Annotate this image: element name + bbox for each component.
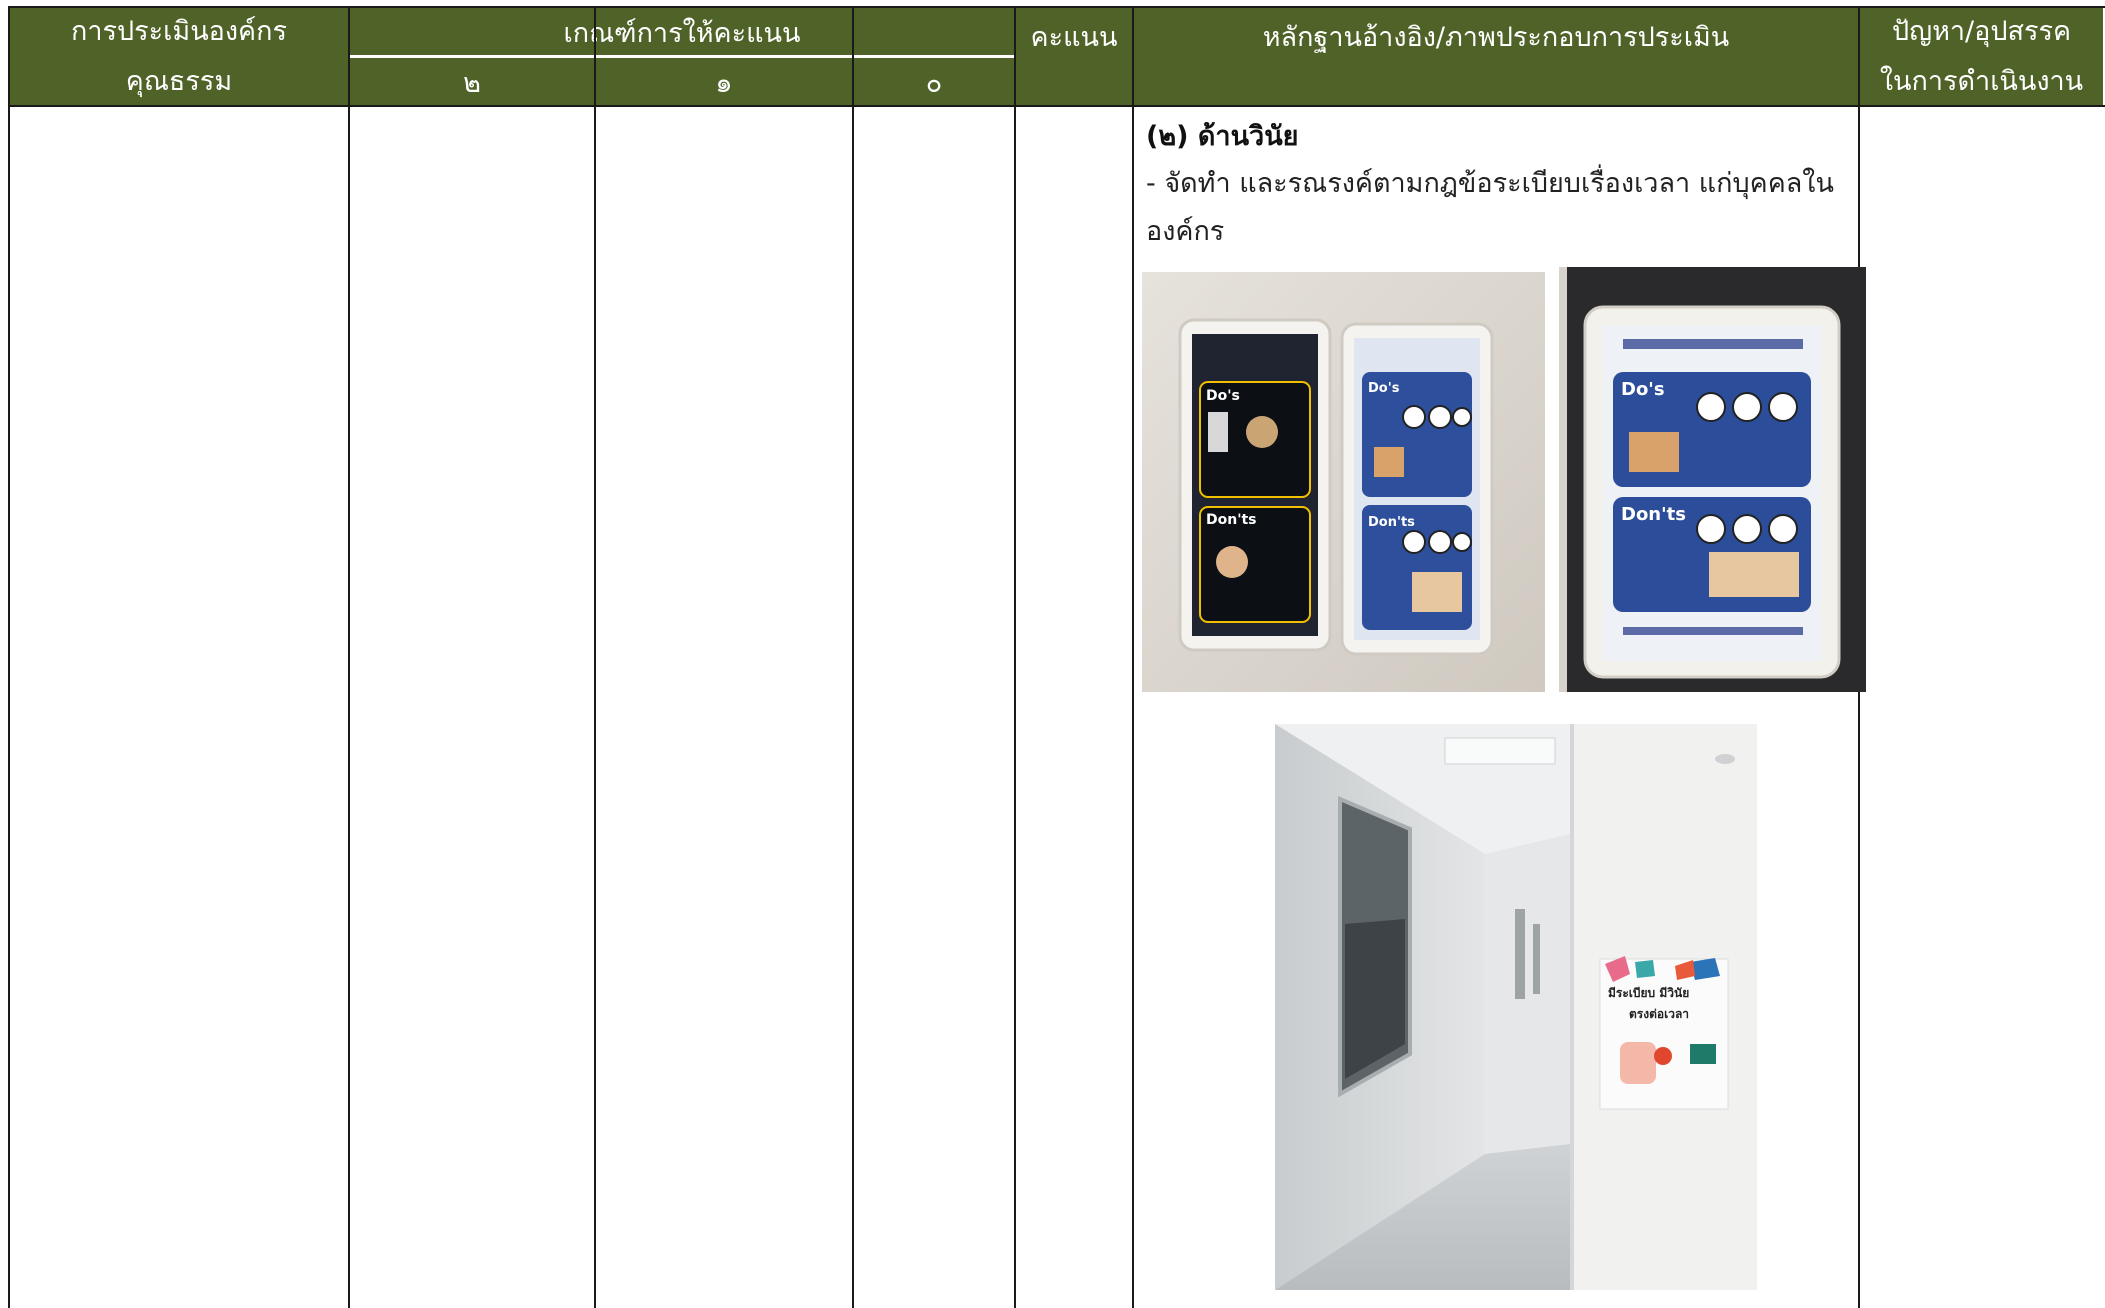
svg-text:Don'ts: Don'ts: [1368, 515, 1415, 530]
header-criteria-label: เกณฑ์การให้คะแนน: [563, 17, 801, 49]
svg-text:ตรงต่อเวลา: ตรงต่อเวลา: [1629, 1007, 1689, 1021]
header-issues-line2: ในการดำเนินงาน: [1879, 66, 2084, 97]
evidence-heading: (๒) ด้านวินัย: [1146, 121, 1299, 152]
header-evidence: หลักฐานอ้างอิง/ภาพประกอบการประเมิน: [1134, 8, 1858, 64]
poster-photo-1: Do's Don'ts Do's Don'ts: [1142, 272, 1545, 692]
header-org-line2: คุณธรรม: [125, 66, 233, 97]
header-issues-line1: ปัญหา/อุปสรรค: [1891, 16, 2072, 47]
header-evidence-fill: [1134, 64, 1858, 106]
table-left-border: [8, 6, 10, 1308]
column-divider-1: [348, 6, 350, 1308]
evidence-description: - จัดทำ และรณรงค์ตามกฎข้อระเบียบเรื่องเว…: [1146, 168, 1834, 247]
svg-text:Don'ts: Don'ts: [1621, 504, 1686, 525]
header-issues: ปัญหา/อุปสรรค ในการดำเนินงาน: [1860, 8, 2103, 106]
svg-text:Don'ts: Don'ts: [1206, 512, 1257, 528]
poster-photo-1-drawing: Do's Don'ts Do's Don'ts: [1142, 272, 1545, 692]
poster-photo-2: Do's Don'ts: [1559, 267, 1866, 692]
svg-text:Do's: Do's: [1368, 381, 1400, 396]
header-criteria: เกณฑ์การให้คะแนน: [350, 8, 1014, 56]
header-bottom-border: [8, 105, 2105, 107]
column-divider-3: [852, 6, 854, 1308]
svg-text:มีระเบียบ มีวินัย: มีระเบียบ มีวินัย: [1608, 986, 1689, 1000]
corridor-photo: มีระเบียบ มีวินัย ตรงต่อเวลา: [1275, 724, 1757, 1290]
header-org-assessment: การประเมินองค์กร คุณธรรม: [10, 8, 348, 106]
header-org-line1: การประเมินองค์กร: [71, 16, 287, 47]
header-score-2-label: ๒: [463, 67, 481, 99]
column-divider-4: [1014, 6, 1016, 1308]
svg-text:Do's: Do's: [1206, 388, 1240, 404]
header-score-0-label: ๐: [925, 67, 943, 99]
column-divider-5: [1132, 6, 1134, 1308]
header-points-label: คะแนน: [1030, 21, 1118, 53]
document-page: การประเมินองค์กร คุณธรรม เกณฑ์การให้คะแน…: [0, 0, 2105, 1308]
header-score-0: ๐: [854, 58, 1014, 106]
header-points: คะแนน: [1016, 8, 1132, 64]
header-evidence-label: หลักฐานอ้างอิง/ภาพประกอบการประเมิน: [1262, 21, 1730, 53]
column-divider-2: [594, 6, 596, 1308]
header-score-2: ๒: [350, 58, 594, 106]
svg-text:Do's: Do's: [1621, 379, 1665, 400]
poster-photo-2-drawing: Do's Don'ts: [1559, 267, 1866, 692]
corridor-photo-drawing: มีระเบียบ มีวินัย ตรงต่อเวลา: [1275, 724, 1757, 1290]
header-points-fill: [1016, 64, 1132, 106]
header-criteria-divider: [350, 55, 1014, 57]
table-top-border: [8, 6, 2105, 8]
header-score-1-label: ๑: [715, 67, 733, 99]
header-score-1: ๑: [596, 58, 852, 106]
